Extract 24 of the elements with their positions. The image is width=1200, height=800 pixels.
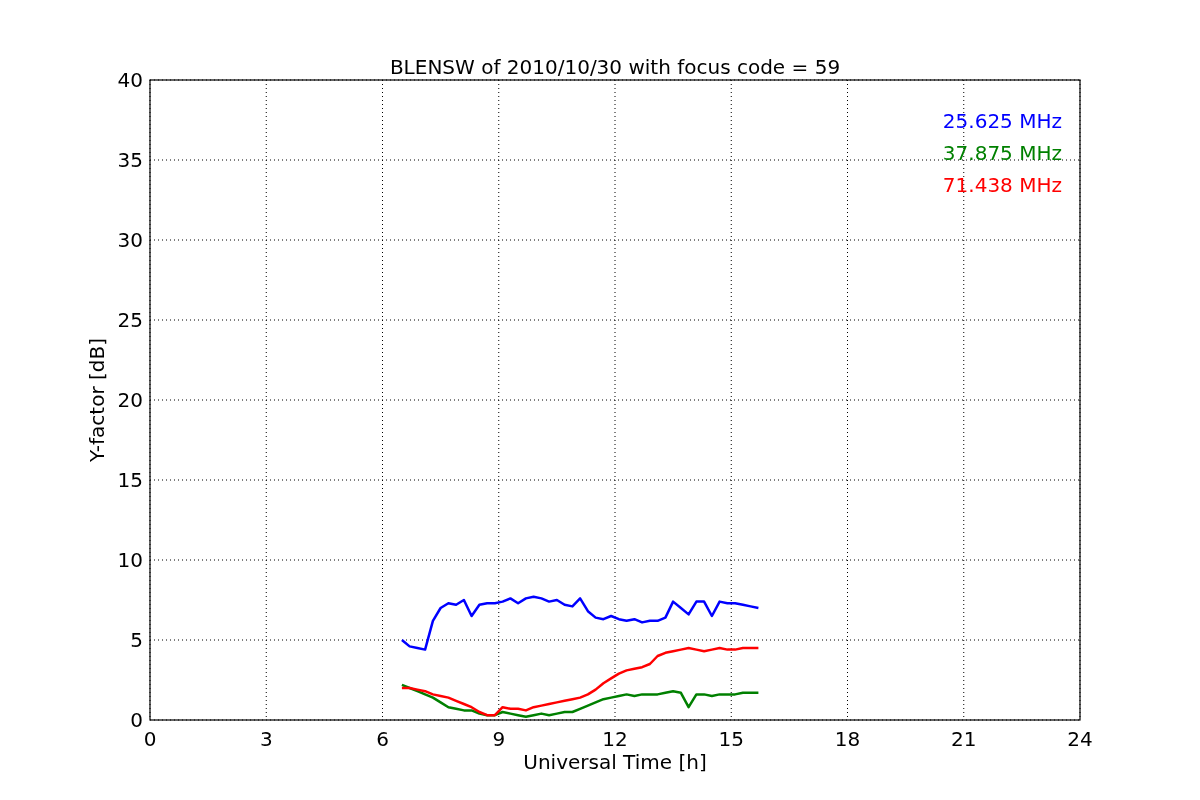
y-tick-label: 40 bbox=[117, 68, 143, 92]
x-tick-label: 15 bbox=[718, 727, 744, 751]
x-tick-label: 9 bbox=[492, 727, 506, 751]
y-tick-label: 30 bbox=[117, 228, 143, 252]
x-tick-label: 18 bbox=[834, 727, 861, 751]
x-tick-label: 6 bbox=[376, 727, 389, 751]
x-tick-label: 21 bbox=[951, 727, 977, 751]
y-tick-label: 25 bbox=[117, 308, 143, 332]
chart-title: BLENSW of 2010/10/30 with focus code = 59 bbox=[389, 55, 841, 79]
y-tick-label: 35 bbox=[117, 148, 143, 172]
y-tick-label: 10 bbox=[117, 548, 143, 572]
y-tick-label: 0 bbox=[130, 708, 143, 732]
y-tick-label: 5 bbox=[130, 628, 143, 652]
y-axis-label: Y-factor [dB] bbox=[85, 338, 109, 462]
x-tick-label: 3 bbox=[259, 727, 273, 751]
legend-label: 71.438 MHz bbox=[942, 173, 1062, 197]
legend-label: 25.625 MHz bbox=[942, 109, 1062, 133]
y-tick-label: 20 bbox=[117, 388, 143, 412]
y-tick-label: 15 bbox=[117, 468, 143, 492]
legend-label: 37.875 MHz bbox=[942, 141, 1062, 165]
x-tick-label: 24 bbox=[1067, 727, 1093, 751]
x-tick-label: 12 bbox=[602, 727, 628, 751]
x-axis-label: Universal Time [h] bbox=[523, 750, 707, 774]
x-tick-label: 0 bbox=[143, 727, 157, 751]
